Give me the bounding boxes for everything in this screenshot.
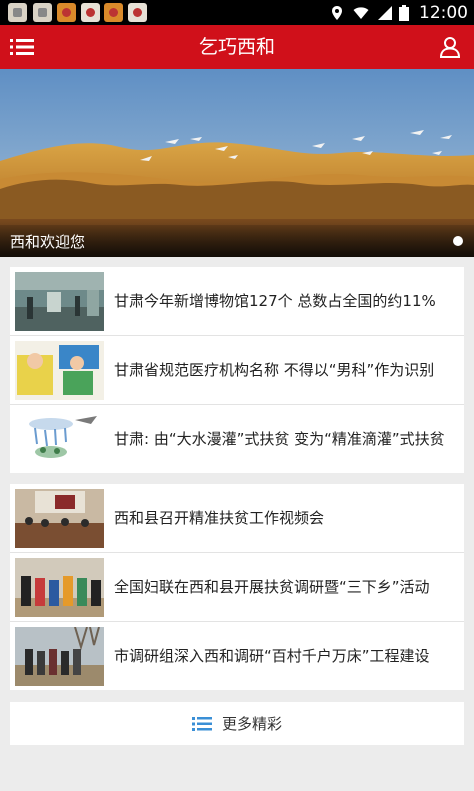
banner-caption-bar: 西和欢迎您 bbox=[0, 225, 474, 257]
clock: 12:00 bbox=[419, 2, 468, 23]
wifi-icon bbox=[353, 6, 369, 19]
notification-icon bbox=[104, 3, 123, 22]
list-item[interactable]: 甘肃省规范医疗机构名称 不得以“男科”作为识别 bbox=[10, 336, 464, 405]
list-item[interactable]: 全国妇联在西和县开展扶贫调研暨“三下乡”活动 bbox=[10, 553, 464, 622]
news-thumbnail bbox=[15, 558, 104, 617]
list-icon bbox=[191, 716, 212, 731]
news-list-card: 西和县召开精准扶贫工作视频会 全国妇联在西和县开展扶贫调研暨“三下乡”活动 市调… bbox=[10, 484, 464, 690]
carousel-indicator[interactable] bbox=[453, 236, 463, 246]
notification-icon bbox=[8, 3, 27, 22]
user-icon[interactable] bbox=[438, 35, 462, 59]
list-item[interactable]: 西和县召开精准扶贫工作视频会 bbox=[10, 484, 464, 553]
news-thumbnail bbox=[15, 489, 104, 548]
location-icon bbox=[332, 5, 342, 20]
notification-icon bbox=[33, 3, 52, 22]
news-title: 甘肃: 由“大水漫灌”式扶贫 变为“精准滴灌”式扶贫 bbox=[114, 430, 445, 448]
list-item[interactable]: 甘肃: 由“大水漫灌”式扶贫 变为“精准滴灌”式扶贫 bbox=[10, 405, 464, 473]
list-item[interactable]: 市调研组深入西和调研“百村千户万床”工程建设 bbox=[10, 622, 464, 690]
banner-slide[interactable]: 西和欢迎您 bbox=[0, 69, 474, 257]
list-item[interactable]: 甘肃今年新增博物馆127个 总数占全国的约11% bbox=[10, 267, 464, 336]
status-bar: 12:00 bbox=[0, 0, 474, 25]
news-thumbnail bbox=[15, 272, 104, 331]
load-more-label: 更多精彩 bbox=[221, 715, 282, 733]
menu-icon[interactable] bbox=[10, 37, 34, 57]
notification-icon bbox=[57, 3, 76, 22]
notification-icon bbox=[128, 3, 147, 22]
load-more-button[interactable]: 更多精彩 bbox=[10, 702, 464, 745]
news-thumbnail bbox=[15, 410, 104, 469]
notification-icon bbox=[81, 3, 100, 22]
battery-icon bbox=[399, 4, 409, 21]
app-header: 乞巧西和 bbox=[0, 25, 474, 69]
news-title: 市调研组深入西和调研“百村千户万床”工程建设 bbox=[114, 647, 430, 665]
news-title: 甘肃省规范医疗机构名称 不得以“男科”作为识别 bbox=[114, 361, 435, 379]
news-list-card: 甘肃今年新增博物馆127个 总数占全国的约11% 甘肃省规范医疗机构名称 不得以… bbox=[10, 267, 464, 473]
news-thumbnail bbox=[15, 627, 104, 686]
news-title: 甘肃今年新增博物馆127个 总数占全国的约11% bbox=[114, 292, 436, 310]
banner-caption: 西和欢迎您 bbox=[10, 233, 86, 251]
news-title: 西和县召开精准扶贫工作视频会 bbox=[114, 509, 325, 527]
news-thumbnail bbox=[15, 341, 104, 400]
signal-icon bbox=[378, 5, 392, 20]
news-title: 全国妇联在西和县开展扶贫调研暨“三下乡”活动 bbox=[114, 578, 430, 596]
page-title: 乞巧西和 bbox=[198, 36, 275, 58]
